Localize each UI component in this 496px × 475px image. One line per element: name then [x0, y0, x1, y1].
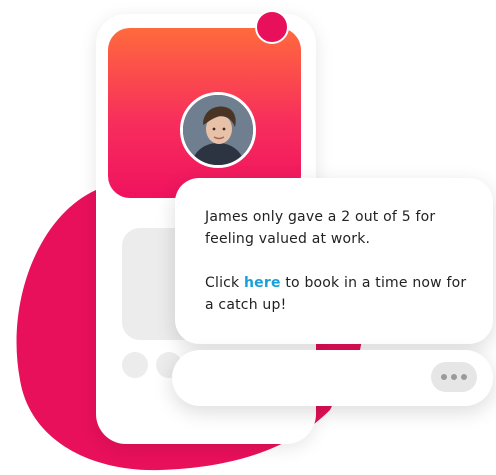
avatar — [180, 92, 256, 168]
cta-text-before: Click — [205, 275, 245, 291]
message-cta: Click here to book in a time now for a c… — [205, 272, 467, 316]
reply-bar[interactable] — [172, 350, 493, 406]
typing-dot — [461, 374, 467, 380]
typing-dot — [451, 374, 457, 380]
typing-indicator-icon — [431, 362, 477, 392]
book-time-link[interactable]: here — [244, 275, 281, 291]
profile-header — [108, 28, 301, 198]
message-bubble: James only gave a 2 out of 5 for feeling… — [175, 178, 493, 344]
notification-dot-icon — [255, 10, 289, 44]
illustration-stage: James only gave a 2 out of 5 for feeling… — [0, 0, 496, 475]
person-avatar-icon — [183, 95, 253, 165]
message-text: James only gave a 2 out of 5 for feeling… — [205, 209, 436, 247]
placeholder-dot — [122, 352, 148, 378]
typing-dot — [441, 374, 447, 380]
